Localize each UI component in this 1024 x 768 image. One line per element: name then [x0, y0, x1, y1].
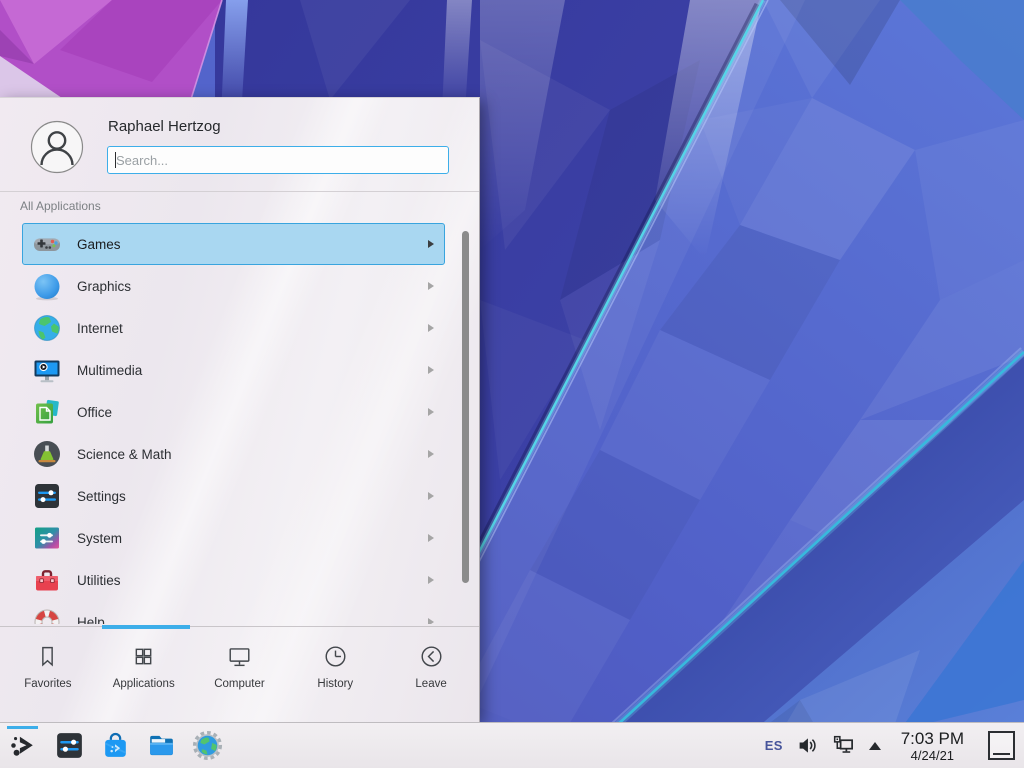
flask-icon [31, 438, 63, 470]
lifebuoy-icon [31, 606, 63, 624]
application-launcher-button[interactable] [0, 723, 46, 768]
menu-item-label: Games [77, 237, 121, 252]
submenu-arrow-icon [428, 534, 434, 542]
tab-history[interactable]: History [287, 627, 383, 722]
tab-label: Applications [113, 678, 175, 690]
menu-item-label: System [77, 531, 122, 546]
menu-item-label: Help [77, 615, 105, 625]
tab-label: History [317, 678, 353, 690]
launcher-header: Raphael Hertzog [0, 98, 479, 191]
system-tray: ES 7:03 PM 4/24/21 [765, 729, 1024, 763]
menu-item-games[interactable]: Games [22, 223, 445, 265]
menu-item-settings[interactable]: Settings [22, 475, 445, 517]
show-desktop-button[interactable] [988, 731, 1015, 760]
digital-clock[interactable]: 7:03 PM 4/24/21 [901, 729, 964, 763]
file-manager-button[interactable] [138, 723, 184, 768]
globe-icon [31, 312, 63, 344]
tab-label: Computer [214, 678, 265, 690]
menu-item-science-math[interactable]: Science & Math [22, 433, 445, 475]
active-task-indicator [7, 726, 38, 729]
user-avatar-icon [30, 120, 84, 174]
text-caret [115, 152, 116, 168]
documents-icon [31, 396, 63, 428]
submenu-arrow-icon [428, 576, 434, 584]
computer-icon [226, 643, 253, 670]
submenu-arrow-icon [428, 492, 434, 500]
discover-store-icon [99, 729, 132, 762]
tab-leave[interactable]: Leave [383, 627, 479, 722]
desktop: Raphael Hertzog All Applications Gam [0, 0, 1024, 768]
search-input[interactable] [108, 147, 448, 173]
tab-favorites[interactable]: Favorites [0, 627, 96, 722]
tab-label: Leave [415, 678, 446, 690]
toolbox-icon [31, 564, 63, 596]
menu-item-label: Settings [77, 489, 126, 504]
monitor-play-icon [31, 354, 63, 386]
file-manager-icon [145, 729, 178, 762]
submenu-arrow-icon [428, 408, 434, 416]
submenu-arrow-icon [428, 618, 434, 624]
search-box [107, 146, 449, 174]
application-launcher-panel: Raphael Hertzog All Applications Gam [0, 97, 480, 722]
wired-network-icon[interactable] [832, 734, 855, 757]
system-settings-icon [53, 729, 86, 762]
menu-item-label: Office [77, 405, 112, 420]
grid-icon [130, 643, 157, 670]
expand-tray-arrow-icon[interactable] [869, 742, 881, 750]
web-browser-icon [191, 729, 224, 762]
menu-item-label: Multimedia [77, 363, 142, 378]
system-sliders-icon [31, 522, 63, 554]
menu-item-help[interactable]: Help [22, 601, 445, 624]
menu-item-office[interactable]: Office [22, 391, 445, 433]
menu-item-label: Utilities [77, 573, 121, 588]
web-browser-button[interactable] [184, 723, 230, 768]
menu-item-utilities[interactable]: Utilities [22, 559, 445, 601]
submenu-arrow-icon [428, 282, 434, 290]
header-divider [0, 191, 479, 192]
submenu-arrow-icon [428, 450, 434, 458]
submenu-arrow-icon [428, 240, 434, 248]
bookmark-icon [34, 643, 61, 670]
graphics-ball-icon [31, 270, 63, 302]
menu-item-system[interactable]: System [22, 517, 445, 559]
user-avatar[interactable] [30, 120, 84, 174]
system-settings-button[interactable] [46, 723, 92, 768]
clock-date: 4/24/21 [911, 748, 954, 763]
app-category-list: Games Graphics [0, 223, 480, 624]
tab-label: Favorites [24, 678, 71, 690]
clock-time: 7:03 PM [901, 729, 964, 748]
section-label: All Applications [20, 199, 101, 213]
clock-icon [322, 643, 349, 670]
active-tab-indicator [102, 625, 190, 629]
menu-item-graphics[interactable]: Graphics [22, 265, 445, 307]
submenu-arrow-icon [428, 324, 434, 332]
sliders-icon [31, 480, 63, 512]
menu-item-label: Graphics [77, 279, 131, 294]
gamepad-icon [31, 228, 63, 260]
leave-icon [418, 643, 445, 670]
footer-tabbar: Favorites Applications Computer H [0, 626, 479, 722]
tab-applications[interactable]: Applications [96, 627, 192, 722]
discover-store-button[interactable] [92, 723, 138, 768]
tab-computer[interactable]: Computer [192, 627, 288, 722]
submenu-arrow-icon [428, 366, 434, 374]
taskbar-panel: ES 7:03 PM 4/24/21 [0, 722, 1024, 768]
menu-item-label: Science & Math [77, 447, 172, 462]
volume-icon[interactable] [797, 735, 818, 756]
scrollbar-thumb[interactable] [462, 231, 469, 583]
kickoff-launcher-icon [7, 729, 40, 762]
menu-item-internet[interactable]: Internet [22, 307, 445, 349]
menu-item-multimedia[interactable]: Multimedia [22, 349, 445, 391]
menu-item-label: Internet [77, 321, 123, 336]
user-name: Raphael Hertzog [108, 118, 221, 135]
keyboard-layout-indicator[interactable]: ES [765, 738, 783, 753]
